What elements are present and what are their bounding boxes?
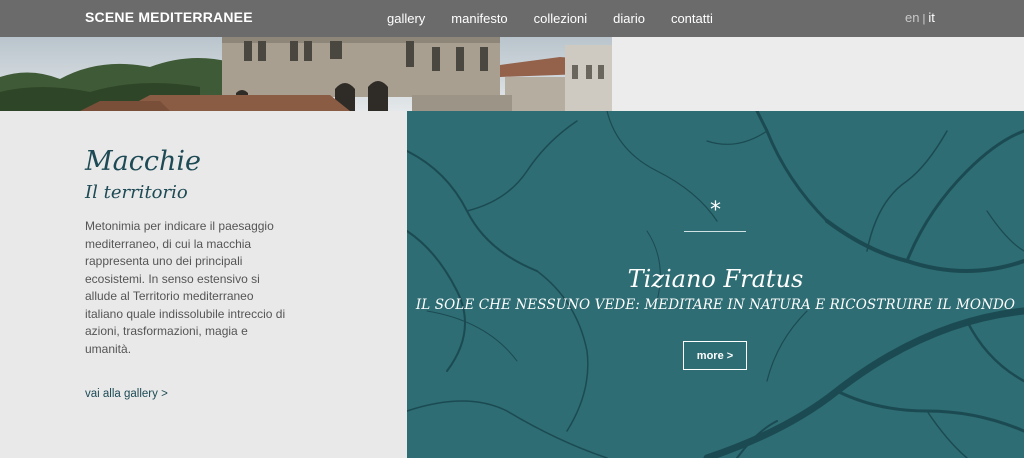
feature-divider <box>684 231 746 232</box>
nav-collezioni[interactable]: collezioni <box>534 11 587 26</box>
language-switcher: en | it <box>905 10 935 25</box>
feature-author: Tiziano Fratus <box>627 265 804 293</box>
nav-contatti[interactable]: contatti <box>671 11 713 26</box>
lang-it[interactable]: it <box>928 10 935 25</box>
more-button[interactable]: more > <box>683 341 747 370</box>
feature-banner[interactable]: * Tiziano Fratus IL SOLE CHE NESSUNO VED… <box>407 111 1024 458</box>
section-subtitle: Il territorio <box>85 182 188 203</box>
nav-diario[interactable]: diario <box>613 11 645 26</box>
gallery-link[interactable]: vai alla gallery > <box>85 388 168 400</box>
main-nav: gallery manifesto collezioni diario cont… <box>387 11 739 26</box>
nav-manifesto[interactable]: manifesto <box>451 11 507 26</box>
feature-title: IL SOLE CHE NESSUNO VEDE: MEDITARE IN NA… <box>415 297 1016 313</box>
town-photo <box>0 37 612 111</box>
section-title: Macchie <box>85 146 201 177</box>
lang-en[interactable]: en <box>905 10 919 25</box>
site-header: SCENE MEDITERRANEE gallery manifesto col… <box>0 0 1024 37</box>
lang-separator: | <box>922 13 926 25</box>
nav-gallery[interactable]: gallery <box>387 11 425 26</box>
section-panel: Macchie Il territorio Metonimia per indi… <box>0 111 407 458</box>
asterisk-icon: * <box>710 198 721 223</box>
hero-photo <box>0 37 612 111</box>
site-logo[interactable]: SCENE MEDITERRANEE <box>85 9 253 25</box>
section-description: Metonimia per indicare il paesaggio medi… <box>85 219 286 356</box>
top-right-blank <box>612 37 1024 111</box>
